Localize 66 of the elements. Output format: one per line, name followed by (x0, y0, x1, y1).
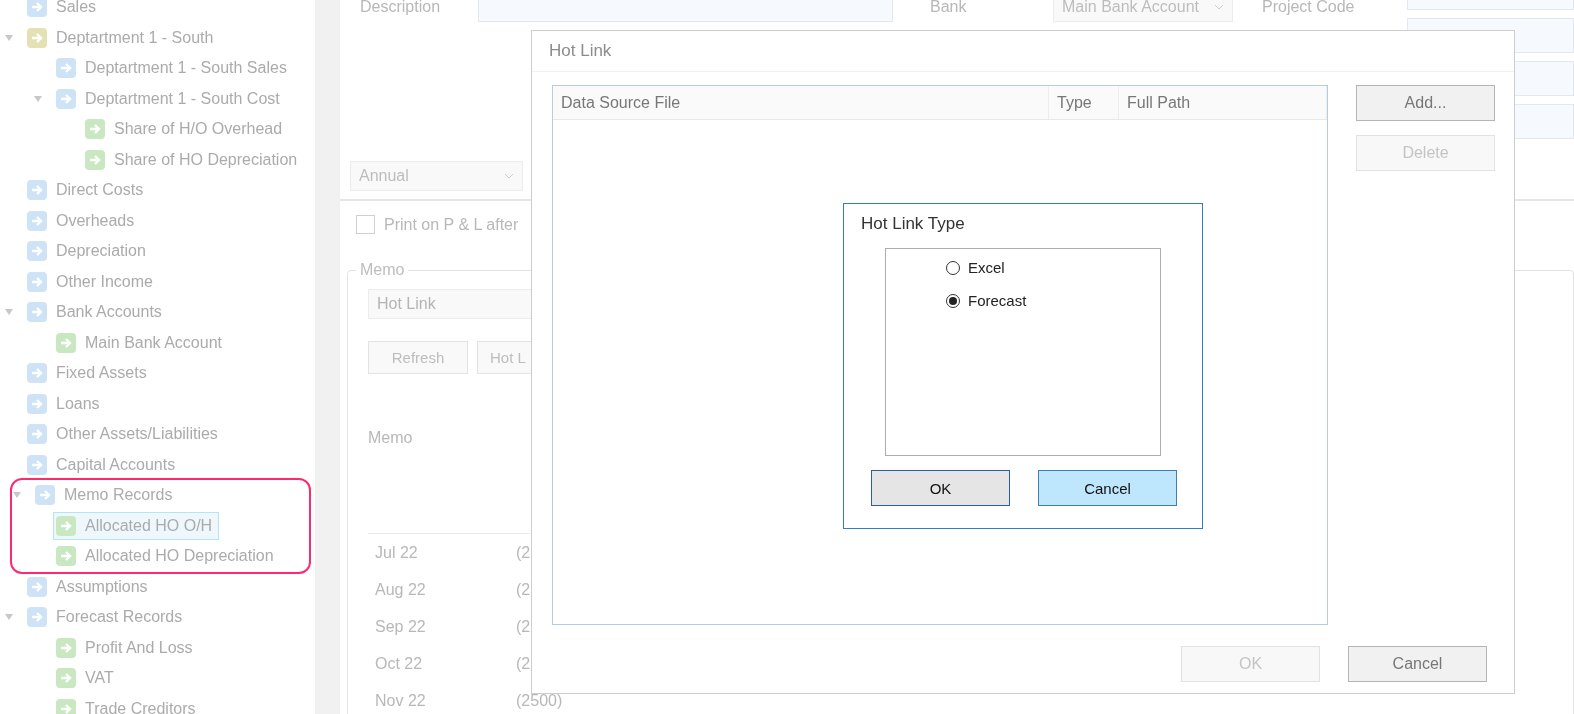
dialog-button[interactable]: Add... (1356, 85, 1495, 121)
dialog-button[interactable]: Cancel (1038, 470, 1177, 506)
tree-item[interactable]: Fixed Assets (24, 359, 154, 388)
action-button[interactable]: Refresh (368, 341, 468, 374)
group-legend: Memo (356, 261, 409, 279)
memo-label: Memo (368, 429, 413, 446)
expanded-arrow-icon[interactable] (12, 491, 22, 500)
column-header[interactable]: Data Source File (553, 86, 1049, 119)
month-value: (2 (516, 580, 532, 599)
option-label: Forecast (968, 292, 1027, 309)
column-header[interactable]: Full Path (1119, 86, 1327, 119)
dialog-title: Hot Link Type (861, 214, 966, 234)
tree-item[interactable]: Capital Accounts (24, 450, 183, 479)
tree-item[interactable]: Share of H/O Overhead (82, 115, 290, 144)
tree-item[interactable]: Deptartment 1 - South Sales (53, 54, 294, 83)
month-value: (2 (516, 617, 532, 636)
radio-option[interactable]: Excel (946, 259, 1160, 276)
tree-item[interactable]: Profit And Loss (53, 633, 200, 662)
tree-item[interactable]: Share of HO Depreciation (82, 145, 305, 174)
radio-option[interactable]: Forecast (946, 292, 1160, 309)
tree-item[interactable]: Trade Creditors (53, 694, 203, 714)
tree-item[interactable]: Main Bank Account (53, 328, 229, 357)
month-value: (2500) (516, 691, 564, 710)
tree-item[interactable]: Direct Costs (24, 176, 151, 205)
tree-item[interactable]: Loans (24, 389, 107, 418)
tree-item[interactable]: Allocated HO Depreciation (53, 542, 281, 571)
expanded-arrow-icon[interactable] (33, 94, 43, 103)
field-label: Project Code (1262, 0, 1355, 16)
tree-item[interactable]: Deptartment 1 - South (24, 23, 221, 52)
chevron-down-icon (1214, 4, 1224, 10)
tree-item[interactable]: Assumptions (24, 572, 155, 601)
tree-item[interactable]: Forecast Records (24, 603, 190, 632)
dialog-title: Hot Link (532, 31, 1514, 72)
dialog-button[interactable]: OK (871, 470, 1010, 506)
month-label: Oct 22 (375, 654, 424, 673)
dialog-button[interactable]: Cancel (1348, 646, 1487, 682)
tree-item[interactable]: Allocated HO O/H (53, 511, 220, 540)
bank-dropdown[interactable]: Main Bank Account (1053, 0, 1233, 22)
checkbox-label: Print on P & L after (384, 215, 519, 234)
tree-item[interactable]: VAT (53, 664, 121, 693)
month-value: (2 (516, 543, 532, 562)
tree-item[interactable]: Other Assets/Liabilities (24, 420, 225, 449)
tree-item[interactable]: Memo Records (32, 481, 180, 510)
period-dropdown[interactable]: Annual (350, 161, 523, 191)
month-label: Sep 22 (375, 617, 427, 636)
expanded-arrow-icon[interactable] (4, 33, 14, 42)
tree-item[interactable]: Other Income (24, 267, 160, 296)
expanded-arrow-icon[interactable] (4, 308, 14, 317)
expanded-arrow-icon[interactable] (4, 613, 14, 622)
chevron-down-icon (504, 173, 514, 179)
field-label: Bank (930, 0, 968, 16)
month-label: Nov 22 (375, 691, 427, 710)
tree-item[interactable]: Deptartment 1 - South Cost (53, 84, 287, 113)
month-value: (2 (516, 654, 532, 673)
month-label: Aug 22 (375, 580, 427, 599)
splitter-bar[interactable] (315, 0, 340, 714)
tree-item[interactable]: Sales (24, 0, 104, 22)
checkbox[interactable] (356, 215, 375, 234)
field-label: Description (360, 0, 442, 16)
tree-item[interactable]: Overheads (24, 206, 142, 235)
description-field[interactable] (478, 0, 893, 22)
option-label: Excel (968, 259, 1005, 276)
month-label: Jul 22 (375, 543, 419, 562)
tree-item[interactable]: Depreciation (24, 237, 153, 266)
tree-item[interactable]: Bank Accounts (24, 298, 169, 327)
column-header[interactable]: Type (1049, 86, 1119, 119)
